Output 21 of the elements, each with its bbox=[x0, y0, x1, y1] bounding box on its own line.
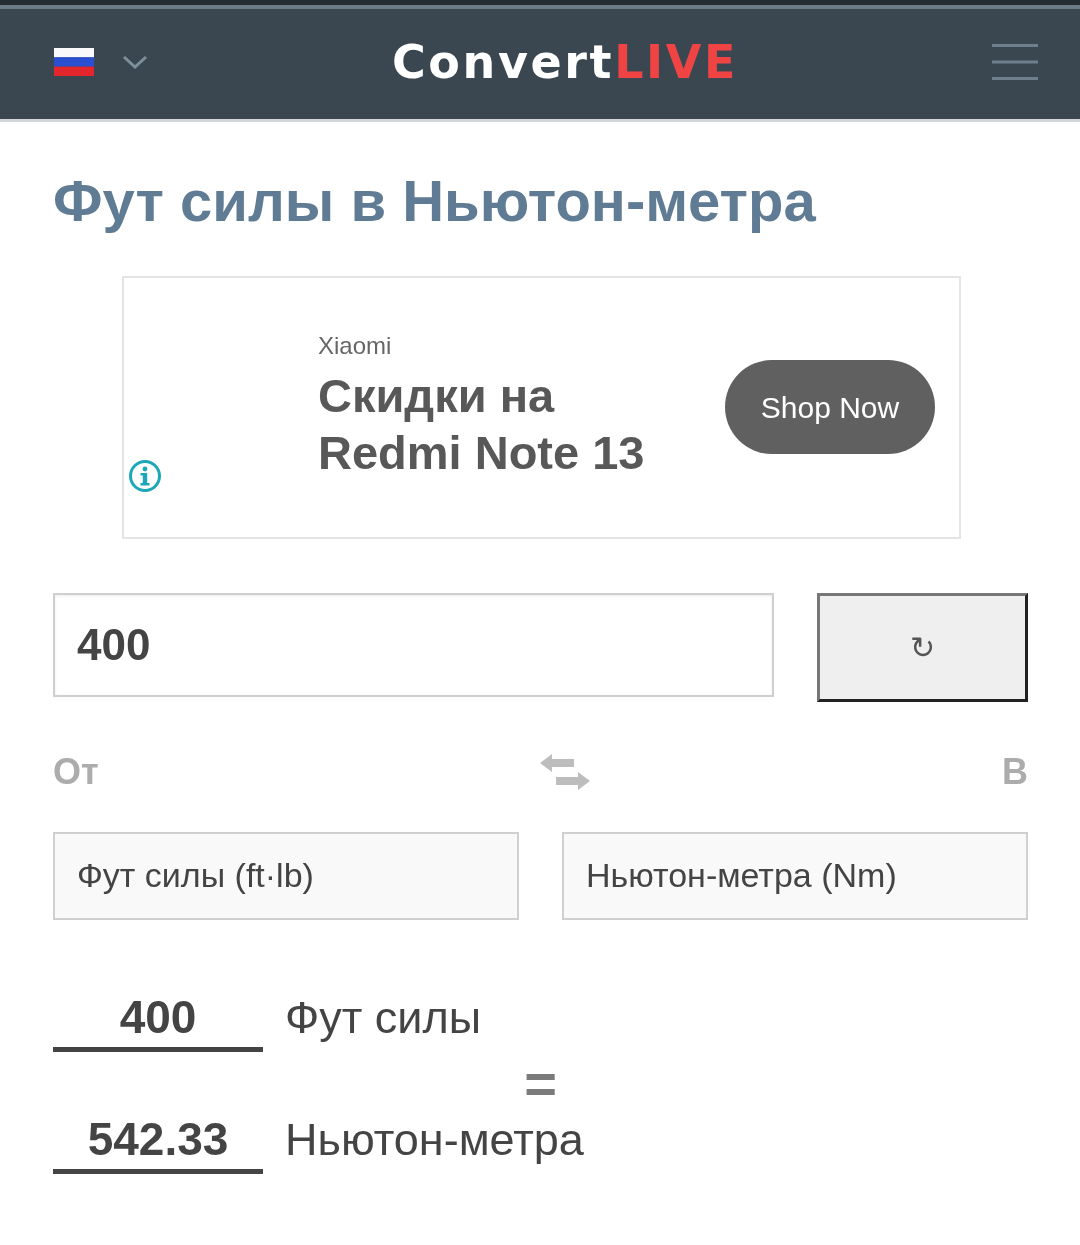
site-logo[interactable]: ConvertLIVE bbox=[392, 39, 739, 85]
ad-headline: Скидки на Redmi Note 13 bbox=[318, 368, 646, 482]
unit-name: Ньютон-метра bbox=[285, 1112, 584, 1167]
amount-input[interactable]: 400 bbox=[53, 592, 774, 697]
chevron-down-icon[interactable] bbox=[122, 55, 148, 69]
advertiser-name: Xiaomi bbox=[318, 332, 393, 362]
to-unit-select[interactable]: Ньютон-метра (Nm) bbox=[562, 831, 1028, 920]
swap-icon[interactable] bbox=[540, 753, 591, 790]
shop-now-button[interactable]: Shop Now bbox=[725, 360, 935, 455]
result-value: 400 bbox=[53, 989, 263, 1052]
from-label: От bbox=[53, 753, 99, 790]
equals-sign: = bbox=[524, 1055, 557, 1112]
result-value: 542.33 bbox=[53, 1111, 263, 1174]
to-label: В bbox=[1002, 753, 1028, 790]
info-icon[interactable] bbox=[128, 458, 162, 493]
page-title: Фут силы в Ньютон-метра bbox=[53, 167, 817, 235]
refresh-button[interactable]: ↻ bbox=[817, 592, 1028, 702]
flag-icon[interactable] bbox=[54, 48, 94, 76]
menu-icon[interactable] bbox=[992, 44, 1038, 80]
unit-name: Фут силы bbox=[285, 990, 482, 1045]
from-unit-select[interactable]: Фут силы (ft·lb) bbox=[53, 831, 519, 920]
